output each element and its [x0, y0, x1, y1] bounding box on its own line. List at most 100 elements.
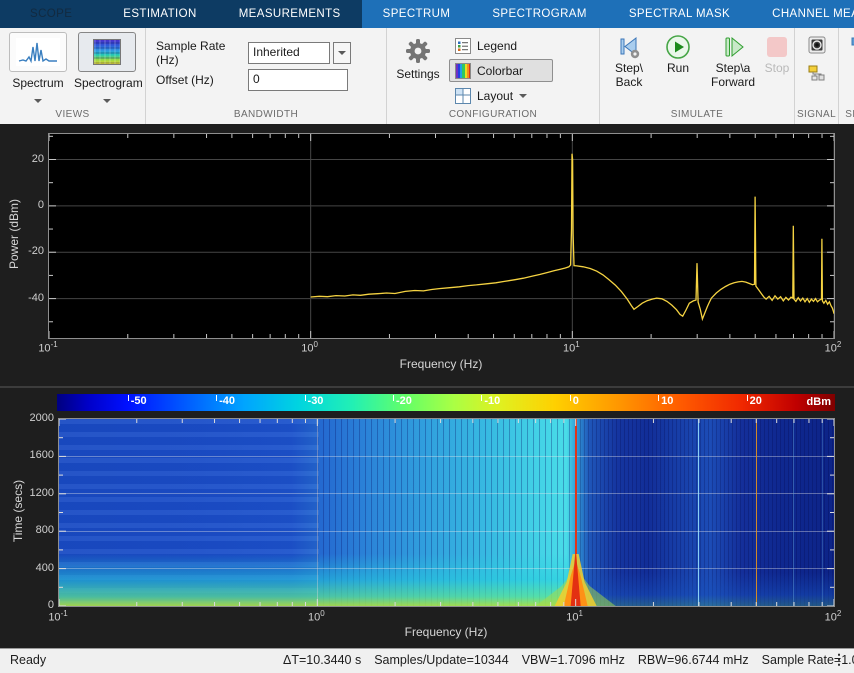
colorbar-tick: 10 [658, 395, 673, 407]
spectrogram-panel: dBm -50-40-30-20-1001020 Time (secs) Fre… [0, 386, 854, 648]
step-back-icon [616, 34, 642, 60]
step-forward-button[interactable]: Step\a Forward [702, 33, 764, 89]
status-menu-button[interactable]: ⋮ [832, 651, 846, 668]
y-tick-label: 2000 [12, 412, 54, 424]
spectrum-plot-area[interactable] [48, 133, 835, 339]
legend-toggle[interactable]: Legend [449, 34, 553, 57]
step-forward-label-line1: Step\a [702, 61, 764, 75]
colorbar-tick: -50 [128, 395, 147, 407]
run-label: Run [656, 61, 700, 75]
y-tick-label: 1600 [12, 449, 54, 461]
tab-spectrum[interactable]: SPECTRUM [362, 0, 472, 28]
tab-estimation[interactable]: ESTIMATION [102, 0, 217, 28]
record-button[interactable] [808, 36, 826, 59]
colorbar-tick: -10 [481, 395, 500, 407]
x-tick-label: 101 [556, 340, 586, 355]
spectrum-plot-canvas [49, 134, 834, 338]
section-label-share: SHARE [839, 109, 854, 124]
toolstrip-tabbar: SCOPE ESTIMATION MEASUREMENTS SPECTRUM S… [0, 0, 854, 28]
copy-layout-icon [850, 36, 854, 54]
status-ready: Ready [10, 653, 46, 667]
colorbar-icon [455, 63, 471, 79]
spectrum-view-label: Spectrum [5, 76, 71, 90]
colorbar-tick: -30 [305, 395, 324, 407]
step-forward-icon [720, 34, 746, 60]
tab-measurements[interactable]: MEASUREMENTS [218, 0, 362, 28]
section-label-bandwidth: BANDWIDTH [146, 109, 386, 124]
record-icon [808, 36, 826, 54]
spectrogram-view-label: Spectrogram [74, 76, 140, 90]
tab-scope[interactable]: SCOPE [0, 0, 102, 28]
x-tick-label: 102 [818, 340, 848, 355]
spectrogram-y-axis-label: Time (secs) [11, 441, 25, 581]
colorbar-label: Colorbar [477, 64, 523, 78]
spectrogram-view-button[interactable]: Spectrogram [74, 32, 140, 108]
run-button[interactable]: Run [656, 33, 700, 75]
status-rbw: RBW=96.6744 mHz [638, 653, 749, 667]
section-signal: SIGNAL [795, 28, 839, 124]
spectrum-y-axis-label: Power (dBm) [7, 164, 21, 304]
x-tick-label: 102 [818, 609, 848, 624]
tab-spectrogram[interactable]: SPECTROGRAM [471, 0, 608, 28]
layout-icon [455, 88, 471, 104]
section-views: Spectrum Spectrogram VIEWS [0, 28, 146, 124]
x-tick-label: 100 [301, 609, 331, 624]
colorbar-toggle[interactable]: Colorbar [449, 59, 553, 82]
stop-label: Stop [760, 61, 794, 75]
y-tick-label: 1200 [12, 487, 54, 499]
spectrum-icon [9, 32, 67, 72]
offset-input[interactable]: 0 [248, 69, 348, 91]
y-tick-label: 0 [12, 599, 54, 611]
spectrogram-x-axis-label: Frequency (Hz) [346, 625, 546, 639]
x-tick-label: 10-1 [33, 340, 63, 355]
x-tick-label: 100 [295, 340, 325, 355]
y-tick-label: 400 [12, 562, 54, 574]
x-tick-label: 10-1 [43, 609, 73, 624]
settings-button[interactable]: Settings [391, 38, 445, 81]
stop-button[interactable]: Stop [760, 33, 794, 75]
section-label-signal: SIGNAL [795, 109, 838, 124]
section-label-views: VIEWS [0, 109, 145, 124]
section-simulate: Step\ Back Run Step\a Forward Stop SIMUL… [600, 28, 795, 124]
tab-channel-measurements[interactable]: CHANNEL MEASUREMENTS [751, 0, 854, 28]
colorbar-tick: -20 [393, 395, 412, 407]
layout-button[interactable]: Layout [449, 84, 553, 107]
step-back-button[interactable]: Step\ Back [600, 33, 658, 89]
status-vbw: VBW=1.7096 mHz [522, 653, 625, 667]
legend-label: Legend [477, 39, 517, 53]
colorbar-tick: 20 [747, 395, 762, 407]
spectrum-view-button[interactable]: Spectrum [5, 32, 71, 108]
x-tick-label: 101 [560, 609, 590, 624]
spectrum-x-axis-label: Frequency (Hz) [341, 357, 541, 371]
signal-connect-icon [808, 64, 826, 82]
copy-window-button[interactable] [850, 36, 854, 54]
step-back-label-line1: Step\ [600, 61, 658, 75]
sample-rate-dropdown-button[interactable] [333, 42, 351, 64]
y-tick-label: 0 [2, 199, 44, 211]
sample-rate-select[interactable]: Inherited [248, 42, 330, 64]
status-bar: Ready ΔT=10.3440 s Samples/Update=10344 … [0, 648, 854, 673]
colorbar[interactable]: dBm -50-40-30-20-1001020 [57, 394, 835, 411]
tab-spectral-mask[interactable]: SPECTRAL MASK [608, 0, 751, 28]
y-tick-label: 800 [12, 524, 54, 536]
spectrogram-icon [78, 32, 136, 72]
status-delta-t: ΔT=10.3440 s [283, 653, 361, 667]
spectrogram-plot-area[interactable] [58, 418, 835, 607]
settings-label: Settings [391, 67, 445, 81]
legend-icon [455, 38, 471, 54]
offset-label: Offset (Hz) [156, 73, 248, 87]
chevron-down-icon [338, 51, 346, 55]
y-tick-label: 20 [2, 153, 44, 165]
run-icon [665, 34, 691, 60]
chevron-down-icon[interactable] [34, 99, 42, 103]
section-bandwidth: Sample Rate (Hz) Inherited Offset (Hz) 0… [146, 28, 387, 124]
step-back-label-line2: Back [600, 75, 658, 89]
status-samples-per-update: Samples/Update=10344 [374, 653, 508, 667]
stop-icon [767, 37, 787, 57]
chevron-down-icon [519, 94, 527, 98]
sample-rate-label: Sample Rate (Hz) [156, 39, 248, 67]
status-stats: ΔT=10.3440 s Samples/Update=10344 VBW=1.… [283, 653, 854, 667]
chevron-down-icon[interactable] [103, 99, 111, 103]
signal-selector-button[interactable] [808, 64, 826, 87]
colorbar-tick: -40 [216, 395, 235, 407]
